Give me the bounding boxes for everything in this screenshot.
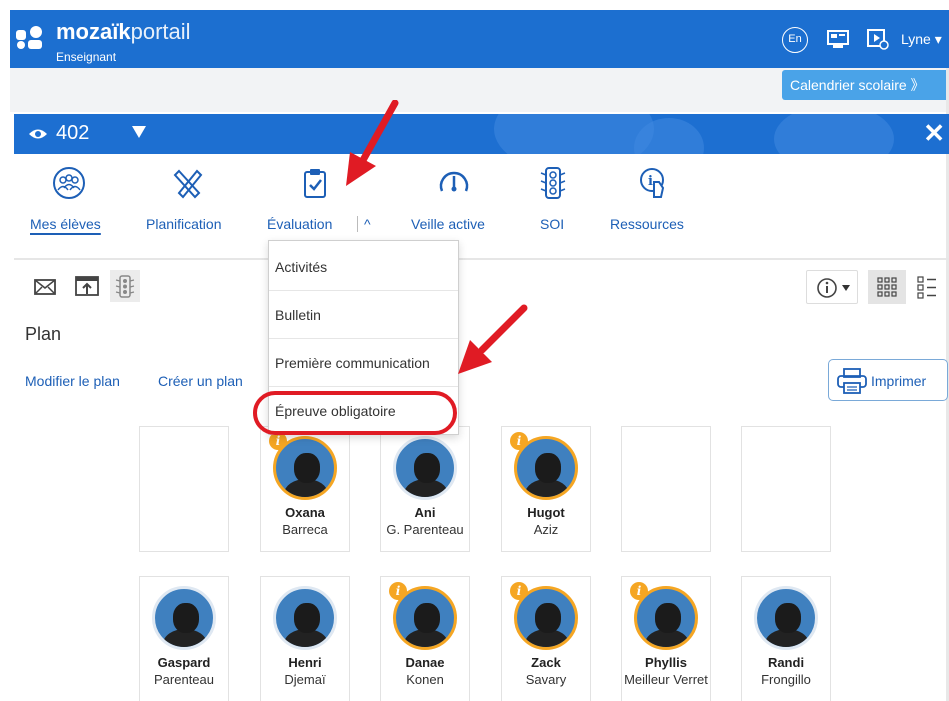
top-bar: mozaïkportail Enseignant En Lyne ▾ xyxy=(10,10,949,68)
nav-veille-active[interactable]: Veille active xyxy=(411,216,485,232)
student-photo xyxy=(273,586,337,650)
nav-evaluation[interactable]: Évaluation xyxy=(267,216,332,232)
nav-planification[interactable]: Planification xyxy=(146,216,222,232)
info-badge-icon[interactable]: i xyxy=(389,582,407,600)
nav-icon-mes-eleves[interactable] xyxy=(52,166,86,200)
empty-seat[interactable] xyxy=(621,426,711,552)
role-label: Enseignant xyxy=(56,50,117,64)
clipboard-check-icon xyxy=(304,169,326,198)
nav-icon-veille-active[interactable] xyxy=(437,166,471,200)
students-icon xyxy=(53,167,85,199)
student-photo xyxy=(754,586,818,650)
gauge-icon xyxy=(439,171,469,192)
nav-icon-planification[interactable] xyxy=(172,166,206,200)
student-seat[interactable]: i Danae Konen xyxy=(380,576,470,701)
svg-text:i: i xyxy=(648,174,653,189)
nav-ressources[interactable]: Ressources xyxy=(610,216,684,232)
student-first-name: Henri xyxy=(288,655,322,670)
traffic-light-icon xyxy=(540,167,566,199)
modify-plan-link[interactable]: Modifier le plan xyxy=(25,373,120,389)
info-hand-icon: i xyxy=(640,168,665,198)
export-icon[interactable] xyxy=(72,270,102,302)
info-dropdown-button[interactable] xyxy=(806,270,858,304)
decor-blob xyxy=(494,114,654,154)
student-seat[interactable]: i Zack Savary xyxy=(501,576,591,701)
student-last-name: Konen xyxy=(406,672,444,687)
mozaik-logo-icon xyxy=(16,26,42,49)
info-badge-icon[interactable]: i xyxy=(510,432,528,450)
evaluation-collapse-button[interactable]: ^ xyxy=(357,216,371,232)
student-photo xyxy=(393,436,457,500)
info-icon xyxy=(817,278,850,298)
user-menu[interactable]: Lyne ▾ xyxy=(901,31,942,48)
student-seat[interactable]: i Oxana Barreca xyxy=(260,426,350,552)
info-badge-icon[interactable]: i xyxy=(630,582,648,600)
menu-item-bulletin[interactable]: Bulletin xyxy=(269,291,458,339)
student-seat[interactable]: i Phyllis Meilleur Verret xyxy=(621,576,711,701)
group-bar: 402 ✕ xyxy=(14,114,949,154)
group-dropdown-icon[interactable] xyxy=(132,126,146,138)
nav-icon-ressources[interactable]: i xyxy=(637,166,671,200)
student-first-name: Danae xyxy=(405,655,445,670)
student-first-name: Hugot xyxy=(527,505,565,520)
annotation-arrow-icon xyxy=(458,304,528,374)
mail-icon[interactable] xyxy=(30,270,60,302)
nav-mes-eleves[interactable]: Mes élèves xyxy=(30,216,101,232)
page-title: Plan xyxy=(25,324,62,344)
brand-name[interactable]: mozaïkportail xyxy=(56,20,191,44)
annotation-arrow-icon xyxy=(346,100,399,186)
student-last-name: G. Parenteau xyxy=(386,522,464,537)
student-last-name: Frongillo xyxy=(761,672,811,687)
printer-icon xyxy=(837,368,867,394)
grid-view-button[interactable] xyxy=(868,270,906,304)
page: mozaïkportail Enseignant En Lyne ▾ Calen… xyxy=(0,0,949,701)
student-first-name: Zack xyxy=(531,655,561,670)
student-last-name: Savary xyxy=(525,672,567,687)
menu-item-premiere-communication[interactable]: Première communication xyxy=(269,339,458,387)
student-photo xyxy=(152,586,216,650)
school-calendar-button[interactable]: Calendrier scolaire 》 xyxy=(782,70,949,100)
student-seat[interactable]: Henri Djemaï xyxy=(260,576,350,701)
student-last-name: Barreca xyxy=(282,522,328,537)
dashboard-icon[interactable] xyxy=(826,28,850,50)
list-view-icon xyxy=(917,276,936,299)
student-last-name: Aziz xyxy=(533,522,559,537)
decor-blob xyxy=(774,114,894,154)
print-button[interactable]: Imprimer xyxy=(828,359,948,401)
group-number: 402 xyxy=(56,122,90,144)
eye-icon xyxy=(29,129,47,139)
menu-item-activites[interactable]: Activités xyxy=(269,243,458,291)
student-seat[interactable]: Randi Frongillo xyxy=(741,576,831,701)
nav-icon-soi[interactable] xyxy=(536,166,570,200)
video-help-icon[interactable] xyxy=(866,28,890,50)
student-last-name: Parenteau xyxy=(154,672,214,687)
close-icon[interactable]: ✕ xyxy=(923,118,945,149)
language-button[interactable]: En xyxy=(782,27,808,53)
student-seat[interactable]: Ani G. Parenteau xyxy=(380,426,470,552)
info-badge-icon[interactable]: i xyxy=(510,582,528,600)
student-first-name: Oxana xyxy=(285,505,325,520)
student-first-name: Gaspard xyxy=(157,655,211,670)
highlight-ring xyxy=(253,391,457,435)
student-last-name: Meilleur Verret xyxy=(624,672,708,687)
student-first-name: Phyllis xyxy=(645,655,687,670)
student-first-name: Randi xyxy=(767,655,805,670)
empty-seat[interactable] xyxy=(741,426,831,552)
list-view-button[interactable] xyxy=(908,270,946,304)
student-seat[interactable]: Gaspard Parenteau xyxy=(139,576,229,701)
empty-seat[interactable] xyxy=(139,426,229,552)
pencil-ruler-icon xyxy=(173,169,203,199)
nav-icon-evaluation[interactable] xyxy=(298,166,332,200)
create-plan-link[interactable]: Créer un plan xyxy=(158,373,243,389)
nav-soi[interactable]: SOI xyxy=(540,216,564,232)
nav-divider xyxy=(14,258,949,260)
print-label: Imprimer xyxy=(871,373,927,389)
traffic-light-toolbar-icon[interactable] xyxy=(110,270,140,302)
student-last-name: Djemaï xyxy=(284,672,326,687)
student-first-name: Ani xyxy=(414,505,436,520)
grid-view-icon xyxy=(877,277,897,297)
student-seat[interactable]: i Hugot Aziz xyxy=(501,426,591,552)
